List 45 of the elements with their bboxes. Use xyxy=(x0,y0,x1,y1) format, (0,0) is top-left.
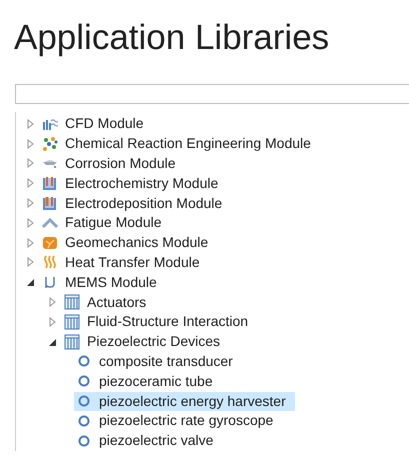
tree-item[interactable]: Electrochemistry Module xyxy=(65,174,222,193)
tree-item[interactable]: Actuators xyxy=(87,292,150,312)
tree-item[interactable]: Piezoelectric Devices xyxy=(87,332,224,352)
tree-item[interactable]: Electrodeposition Module xyxy=(65,194,226,213)
tree-item[interactable]: CFD Module xyxy=(65,114,147,134)
model-icon xyxy=(76,412,92,429)
search-field[interactable] xyxy=(15,84,409,104)
tree-item[interactable]: Fatigue Module xyxy=(65,213,165,232)
tree-item[interactable]: piezoceramic tube xyxy=(74,372,222,391)
tree-item[interactable]: MEMS Module xyxy=(65,272,160,292)
model-icon xyxy=(76,373,92,390)
library-icon xyxy=(64,334,80,350)
tree-item[interactable]: piezoelectric rate gyroscope xyxy=(74,411,282,430)
expand-icon[interactable] xyxy=(27,178,35,188)
tree-item[interactable]: piezoelectric energy harvester xyxy=(74,392,295,411)
page-title: Application Libraries xyxy=(14,17,330,59)
tree-item[interactable]: Geomechanics Module xyxy=(65,233,212,252)
dish-icon xyxy=(42,158,58,168)
heat-waves-icon xyxy=(42,254,58,270)
expand-icon[interactable] xyxy=(27,138,35,149)
model-icon xyxy=(76,432,92,449)
model-icon xyxy=(76,353,92,370)
tree-item[interactable]: Fluid-Structure Interaction xyxy=(87,312,252,332)
library-icon xyxy=(64,294,80,310)
tree-item[interactable]: Chemical Reaction Engineering Module xyxy=(65,134,314,154)
beaker-icon xyxy=(42,175,58,192)
tree-item[interactable]: composite transducer xyxy=(74,352,242,371)
tree-item[interactable]: piezoelectric valve xyxy=(74,431,222,450)
tree-item[interactable]: Corrosion Module xyxy=(65,154,178,173)
expand-icon[interactable] xyxy=(27,257,35,268)
expand-icon[interactable] xyxy=(27,238,35,248)
expand-icon[interactable] xyxy=(49,316,57,327)
expand-icon[interactable] xyxy=(27,118,35,129)
collapse-icon[interactable] xyxy=(49,336,57,347)
rock-icon xyxy=(42,234,58,251)
tree-item[interactable]: Heat Transfer Module xyxy=(65,252,203,272)
beaker-icon xyxy=(42,195,58,212)
expand-icon[interactable] xyxy=(27,158,35,168)
molecules-icon xyxy=(42,136,58,152)
expand-icon[interactable] xyxy=(27,218,35,228)
library-icon xyxy=(64,314,80,330)
model-icon xyxy=(76,393,92,410)
collapse-icon[interactable] xyxy=(27,277,35,288)
expand-icon[interactable] xyxy=(27,198,35,208)
expand-icon[interactable] xyxy=(49,297,57,308)
